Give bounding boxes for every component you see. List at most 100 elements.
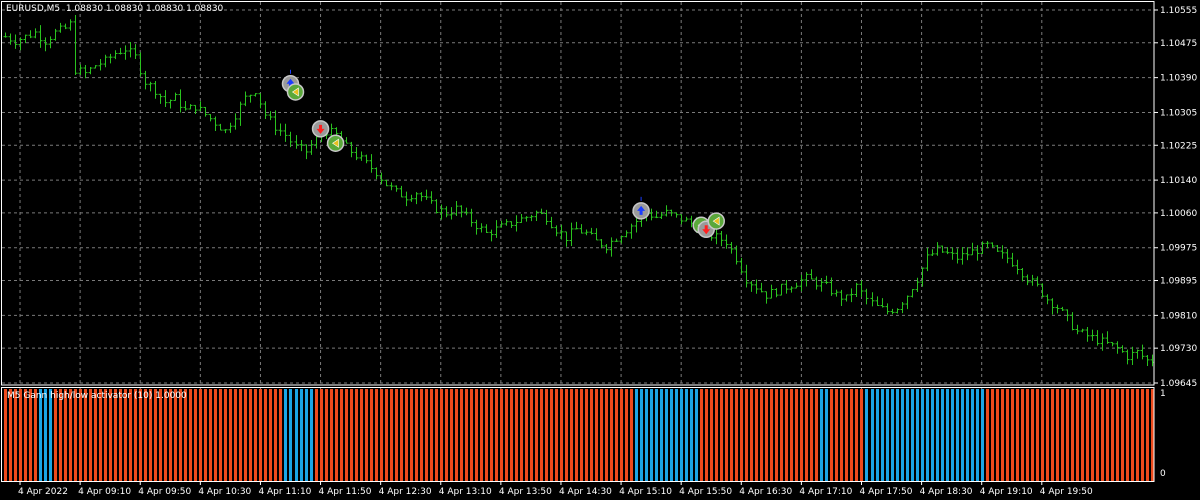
price-tick-label: 1.10390 bbox=[1160, 74, 1197, 84]
histogram-bar bbox=[1061, 389, 1064, 481]
histogram-bar bbox=[800, 389, 803, 481]
histogram-bar bbox=[820, 389, 823, 481]
time-tick-label: 4 Apr 17:50 bbox=[859, 487, 912, 497]
histogram-bar bbox=[405, 389, 408, 481]
histogram-bar bbox=[420, 389, 423, 481]
histogram-bar bbox=[330, 389, 333, 481]
histogram-bar bbox=[209, 389, 212, 481]
histogram-bar bbox=[485, 389, 488, 481]
histogram-bar bbox=[79, 389, 82, 481]
histogram-bar bbox=[174, 389, 177, 481]
histogram-bar bbox=[194, 389, 197, 481]
histogram-bar bbox=[835, 389, 838, 481]
histogram-bar bbox=[755, 389, 758, 481]
histogram-bar bbox=[184, 389, 187, 481]
histogram-bar bbox=[149, 389, 152, 481]
histogram-bar bbox=[635, 389, 638, 481]
symbol-title: EURUSD,M5 1.08830 1.08830 1.08830 1.0883… bbox=[6, 4, 224, 14]
histogram-bar bbox=[911, 389, 914, 481]
histogram-bar bbox=[179, 389, 182, 481]
histogram-bar bbox=[114, 389, 117, 481]
histogram-bar bbox=[390, 389, 393, 481]
time-tick-label: 4 Apr 11:10 bbox=[258, 487, 311, 497]
histogram-bar bbox=[325, 389, 328, 481]
histogram-bar bbox=[239, 389, 242, 481]
histogram-bar bbox=[805, 389, 808, 481]
histogram-bar bbox=[610, 389, 613, 481]
histogram-bar bbox=[725, 389, 728, 481]
time-tick-label: 4 Apr 10:30 bbox=[198, 487, 251, 497]
histogram-bar bbox=[1026, 389, 1029, 481]
histogram-bar bbox=[134, 389, 137, 481]
histogram-bar bbox=[124, 389, 127, 481]
histogram-bar bbox=[109, 389, 112, 481]
histogram-bar bbox=[430, 389, 433, 481]
histogram-bar bbox=[1146, 389, 1149, 481]
histogram-bar bbox=[1031, 389, 1034, 481]
histogram-bar bbox=[450, 389, 453, 481]
histogram-bar bbox=[440, 389, 443, 481]
histogram-bar bbox=[259, 389, 262, 481]
histogram-bar bbox=[1021, 389, 1024, 481]
histogram-bar bbox=[585, 389, 588, 481]
histogram-bar bbox=[1111, 389, 1114, 481]
histogram-bar bbox=[69, 389, 72, 481]
time-tick-label: 4 Apr 13:50 bbox=[499, 487, 552, 497]
trading-chart[interactable]: 1.10555 1.10475 1.10390 1.10305 1.10225 1.101… bbox=[0, 0, 1200, 500]
histogram-bar bbox=[645, 389, 648, 481]
time-tick-label: 4 Apr 12:30 bbox=[379, 487, 432, 497]
histogram-bar bbox=[295, 389, 298, 481]
histogram-bar bbox=[896, 389, 899, 481]
indicator-title: M5 Gann high/low activator (10) 1.0000 bbox=[7, 391, 187, 401]
histogram-bar bbox=[64, 389, 67, 481]
exit-flag-signal bbox=[286, 83, 305, 101]
histogram-bar bbox=[700, 389, 703, 481]
histogram-bar bbox=[1001, 389, 1004, 481]
histogram-bar bbox=[881, 389, 884, 481]
histogram-bar bbox=[540, 389, 543, 481]
histogram-bar bbox=[445, 389, 448, 481]
histogram-bar bbox=[229, 389, 232, 481]
price-tick-label: 1.10225 bbox=[1160, 141, 1197, 151]
histogram-bar bbox=[1006, 389, 1009, 481]
histogram-bar bbox=[966, 389, 969, 481]
histogram-bar bbox=[1116, 389, 1119, 481]
histogram-bar bbox=[234, 389, 237, 481]
price-tick-label: 1.10555 bbox=[1160, 6, 1197, 16]
histogram-bar bbox=[951, 389, 954, 481]
histogram-bar bbox=[370, 389, 373, 481]
histogram-bar bbox=[495, 389, 498, 481]
histogram-bar bbox=[525, 389, 528, 481]
histogram-bar bbox=[1046, 389, 1049, 481]
histogram-bar bbox=[735, 389, 738, 481]
histogram-bar bbox=[740, 389, 743, 481]
histogram-bar bbox=[590, 389, 593, 481]
histogram-bar bbox=[876, 389, 879, 481]
histogram-bar bbox=[1086, 389, 1089, 481]
histogram-bar bbox=[795, 389, 798, 481]
histogram-bar bbox=[650, 389, 653, 481]
histogram-bar bbox=[254, 389, 257, 481]
histogram-bar bbox=[214, 389, 217, 481]
histogram-bar bbox=[159, 389, 162, 481]
histogram-bar bbox=[921, 389, 924, 481]
histogram-bar bbox=[380, 389, 383, 481]
time-tick-label: 4 Apr 2022 bbox=[18, 487, 68, 497]
histogram-bar bbox=[790, 389, 793, 481]
histogram-bar bbox=[305, 389, 308, 481]
histogram-bar bbox=[981, 389, 984, 481]
histogram-bar bbox=[775, 389, 778, 481]
histogram-bar bbox=[410, 389, 413, 481]
histogram-bar bbox=[745, 389, 748, 481]
histogram-bar bbox=[926, 389, 929, 481]
histogram-bar bbox=[1141, 389, 1144, 481]
histogram-bar bbox=[164, 389, 167, 481]
histogram-bar bbox=[871, 389, 874, 481]
histogram-bar bbox=[84, 389, 87, 481]
histogram-bar bbox=[455, 389, 458, 481]
histogram-bar bbox=[575, 389, 578, 481]
histogram-bar bbox=[750, 389, 753, 481]
histogram-bar bbox=[340, 389, 343, 481]
histogram-bar bbox=[600, 389, 603, 481]
price-tick-label: 1.10140 bbox=[1160, 176, 1197, 186]
